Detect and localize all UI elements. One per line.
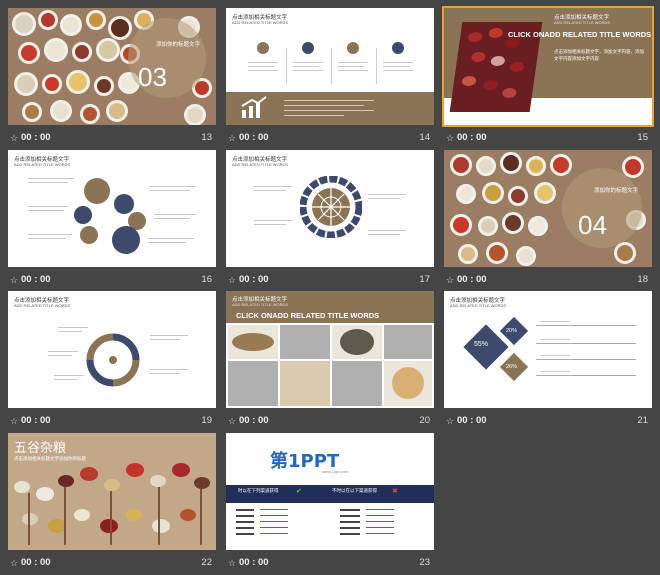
- slide-number: 16: [201, 274, 212, 285]
- slide-number: 18: [637, 274, 648, 285]
- section-caption: 添加你的标题文字: [156, 42, 201, 48]
- star-icon: ☆: [228, 133, 237, 143]
- slide-time: 00 : 00: [457, 415, 487, 426]
- search-icon: [112, 226, 140, 254]
- star-icon: ☆: [446, 133, 455, 143]
- slide-time: 00 : 00: [457, 132, 487, 143]
- slide-23[interactable]: 第1PPT www.1ppt.com 时以在下列渠道获得 ✔ 不时以在以下渠道获…: [226, 433, 434, 574]
- slide-number: 21: [637, 415, 648, 426]
- cross-icon: ✖: [392, 488, 398, 495]
- cycle-diagram: [86, 333, 140, 387]
- slide-time: 00 : 00: [21, 415, 51, 426]
- bulb-icon: [257, 42, 269, 54]
- slide-subtitle: ADD RELATED TITLE WORDS: [232, 162, 289, 167]
- slide-14[interactable]: 点击添加相关标题文字 ADD RELATED TITLE WORDS ☆ 00 …: [226, 8, 434, 149]
- slide-thumbnail[interactable]: 04 添加你的标题文字: [444, 150, 652, 267]
- slide-13[interactable]: 03 添加你的标题文字 ☆ 00 : 00 13: [8, 8, 216, 149]
- star-icon: ☆: [10, 416, 19, 426]
- growth-chart-icon: [241, 96, 267, 118]
- banner-text: CLICK ONADD RELATED TITLE WORDS: [508, 30, 652, 39]
- right-heading: 不时以在以下渠道获得: [332, 488, 377, 493]
- slide-thumbnail[interactable]: 点击添加相关标题文字 ADD RELATED TITLE WORDS CLICK…: [226, 291, 434, 408]
- star-icon: ☆: [10, 558, 19, 568]
- slide-time: 00 : 00: [21, 132, 51, 143]
- slide-22[interactable]: 五谷杂粮 点击添加相关标题文字添加你的标题 ☆ 00 : 00 22: [8, 433, 216, 574]
- slide-19[interactable]: 点击添加相关标题文字 ADD RELATED TITLE WORDS ☆ 00 …: [8, 291, 216, 432]
- section-caption: 添加你的标题文字: [594, 188, 639, 194]
- slide-number: 20: [419, 415, 430, 426]
- star-icon: ☆: [10, 133, 19, 143]
- slide-number: 23: [419, 557, 430, 568]
- slide-thumbnail[interactable]: 五谷杂粮 点击添加相关标题文字添加你的标题: [8, 433, 216, 550]
- slide-time: 00 : 00: [239, 132, 269, 143]
- star-icon: ☆: [228, 416, 237, 426]
- slide-18[interactable]: 04 添加你的标题文字 ☆ 00 : 00 18: [444, 150, 652, 291]
- slide-thumbnail[interactable]: 点击添加相关标题文字 ADD RELATED TITLE WORDS: [8, 150, 216, 267]
- slide-subtitle: ADD RELATED TITLE WORDS: [554, 20, 611, 25]
- slide-subtitle: ADD RELATED TITLE WORDS: [14, 303, 71, 308]
- slide-thumbnail[interactable]: 点击添加相关标题文字 ADD RELATED TITLE WORDS: [226, 150, 434, 267]
- star-icon: ☆: [446, 416, 455, 426]
- slide-number: 13: [201, 132, 212, 143]
- slide-subtitle: ADD RELATED TITLE WORDS: [14, 162, 71, 167]
- slide-thumbnail[interactable]: 点击添加相关标题文字 ADD RELATED TITLE WORDS: [8, 291, 216, 408]
- section-number: 04: [578, 210, 607, 240]
- slide-21[interactable]: 点击添加相关标题文字 ADD RELATED TITLE WORDS 55% 2…: [444, 291, 652, 432]
- slide-number: 19: [201, 415, 212, 426]
- shield-icon: [347, 42, 359, 54]
- slide-20[interactable]: 点击添加相关标题文字 ADD RELATED TITLE WORDS CLICK…: [226, 291, 434, 432]
- slide-thumbnail[interactable]: 03 添加你的标题文字: [8, 8, 216, 125]
- star-icon: ☆: [228, 558, 237, 568]
- logo-url: www.1ppt.com: [322, 469, 349, 474]
- percent-main: 55%: [474, 341, 489, 348]
- radial-chart: [300, 176, 362, 238]
- slide-time: 00 : 00: [239, 415, 269, 426]
- slide-time: 00 : 00: [457, 274, 487, 285]
- slide-number: 17: [419, 274, 430, 285]
- slide-number: 14: [419, 132, 430, 143]
- monitor-icon: [80, 226, 98, 244]
- check-icon: ✔: [296, 488, 302, 495]
- slide-subtitle: ADD RELATED TITLE WORDS: [450, 303, 507, 308]
- pin-icon: [302, 42, 314, 54]
- slide-thumbnail[interactable]: 第1PPT www.1ppt.com 时以在下列渠道获得 ✔ 不时以在以下渠道获…: [226, 433, 434, 550]
- slide-thumbnail[interactable]: 点击添加相关标题文字 ADD RELATED TITLE WORDS CLICK…: [442, 6, 654, 127]
- camera-icon: [74, 206, 92, 224]
- phone-icon: [114, 194, 134, 214]
- star-icon: ☆: [228, 275, 237, 285]
- slide-15[interactable]: 点击添加相关标题文字 ADD RELATED TITLE WORDS CLICK…: [442, 6, 654, 149]
- slide-thumbnail[interactable]: 点击添加相关标题文字 ADD RELATED TITLE WORDS: [226, 8, 434, 125]
- slide-16[interactable]: 点击添加相关标题文字 ADD RELATED TITLE WORDS ☆ 00 …: [8, 150, 216, 291]
- slide-time: 00 : 00: [21, 274, 51, 285]
- slide-number: 22: [201, 557, 212, 568]
- percent-second: 20%: [506, 328, 518, 334]
- star-icon: ☆: [446, 275, 455, 285]
- slide-17[interactable]: 点击添加相关标题文字 ADD RELATED TITLE WORDS ☆ 00 …: [226, 150, 434, 291]
- star-icon: ☆: [10, 275, 19, 285]
- banner-text: CLICK ONADD RELATED TITLE WORDS: [236, 311, 380, 320]
- slide-number: 15: [637, 132, 648, 143]
- slide-time: 00 : 00: [21, 557, 51, 568]
- section-number: 03: [138, 62, 167, 92]
- slide-thumbnail[interactable]: 点击添加相关标题文字 ADD RELATED TITLE WORDS 55% 2…: [444, 291, 652, 408]
- body-text: 点击添加相关标题文字，添加文字内容，添加文字内容添加文字内容: [554, 49, 644, 61]
- slide-time: 00 : 00: [239, 557, 269, 568]
- trophy-icon: [392, 42, 404, 54]
- slide-title: 五谷杂粮: [14, 441, 67, 456]
- left-heading: 时以在下列渠道获得: [238, 488, 279, 493]
- slide-subtitle: ADD RELATED TITLE WORDS: [232, 302, 289, 307]
- percent-third: 26%: [506, 364, 518, 370]
- slide-time: 00 : 00: [239, 274, 269, 285]
- hand-icon: [84, 178, 110, 204]
- slide-subtitle: ADD RELATED TITLE WORDS: [232, 20, 289, 25]
- slide-subtitle: 点击添加相关标题文字添加你的标题: [14, 456, 86, 461]
